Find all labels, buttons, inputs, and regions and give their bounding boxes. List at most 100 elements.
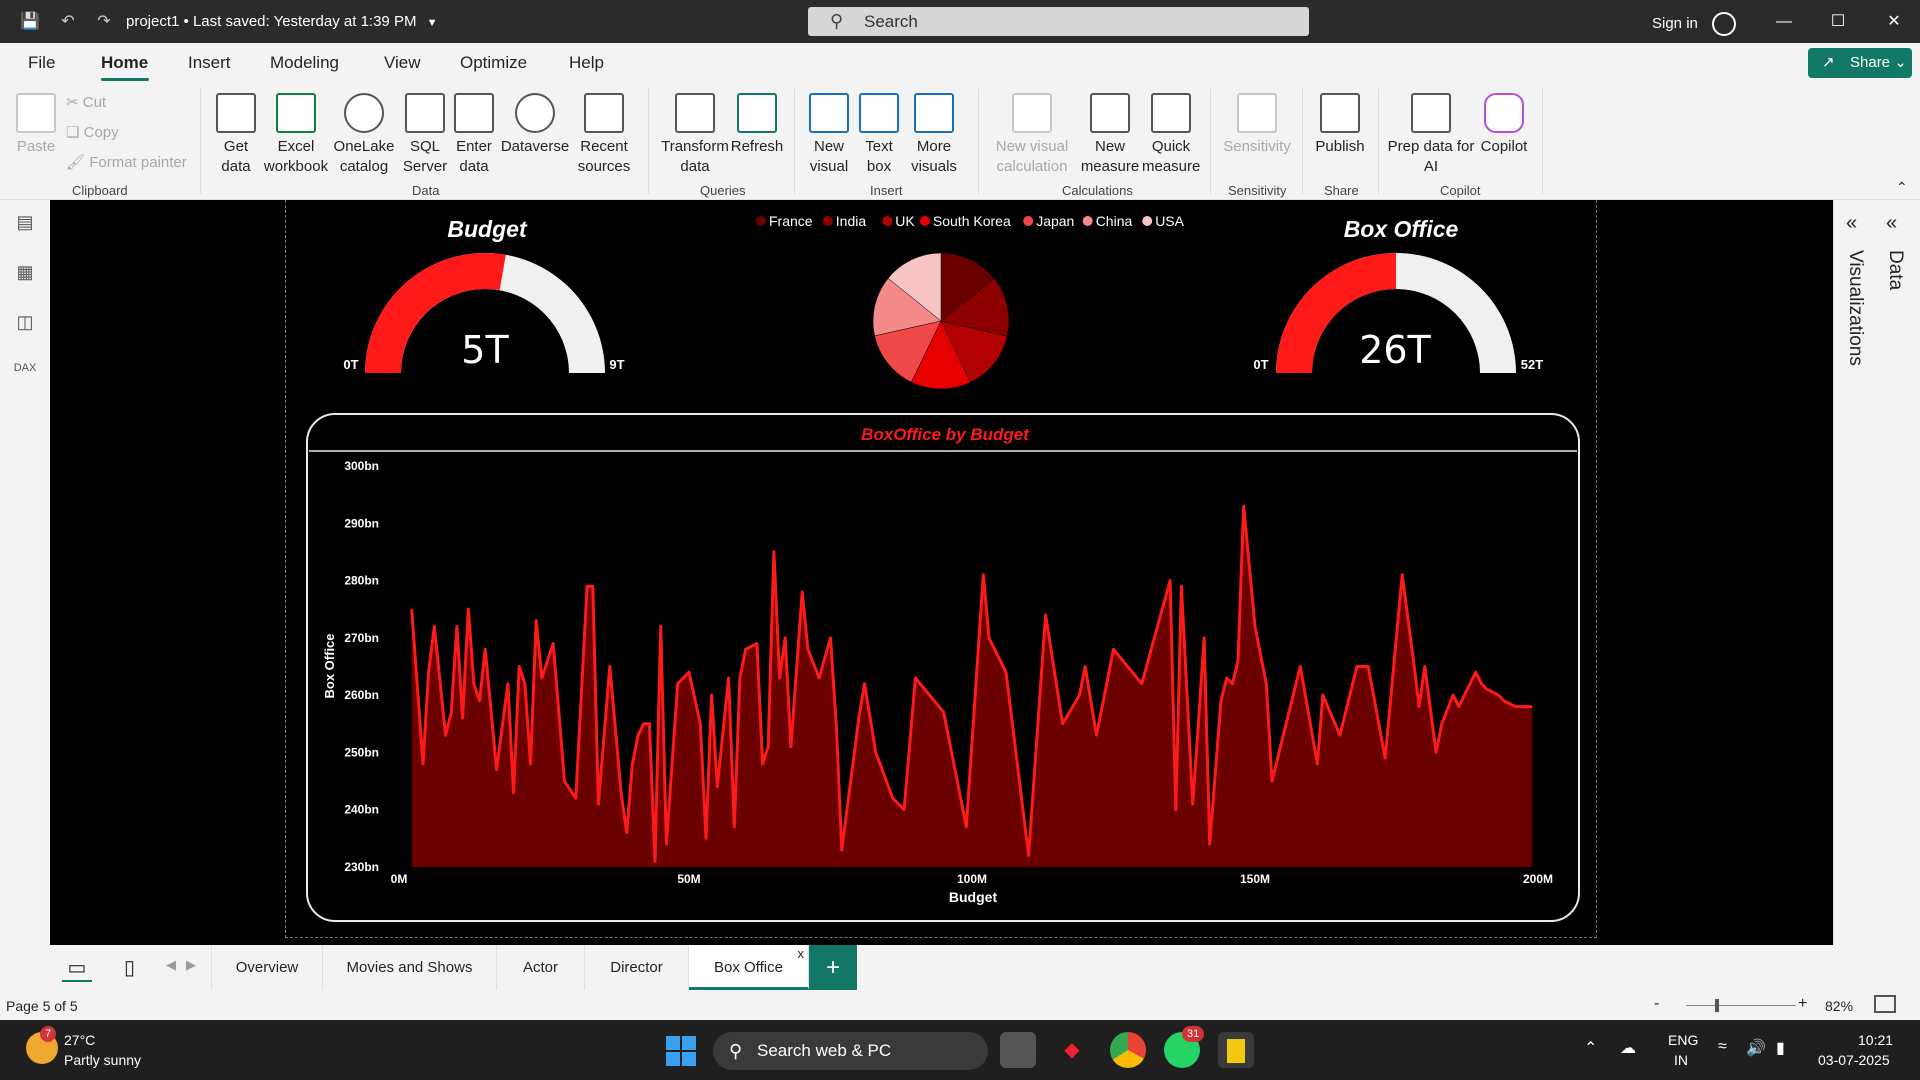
power-bi-icon[interactable] bbox=[1218, 1032, 1254, 1068]
tab-actor[interactable]: Actor bbox=[497, 945, 585, 990]
tab-movies-and-shows[interactable]: Movies and Shows bbox=[323, 945, 497, 990]
legend-label-6[interactable]: USA bbox=[1155, 213, 1184, 229]
user-icon bbox=[1712, 12, 1737, 36]
scissors-icon: ✂ bbox=[66, 94, 83, 111]
new-visual-button[interactable]: New visual bbox=[804, 93, 854, 177]
next-page-icon[interactable]: ▶ bbox=[186, 957, 196, 973]
excel-workbook-button[interactable]: Excel workbook bbox=[262, 93, 330, 177]
copilot-button[interactable]: Copilot bbox=[1474, 93, 1534, 157]
close-tab-icon[interactable]: x bbox=[798, 931, 805, 976]
share-button[interactable]: ↗ Share ⌄ bbox=[1808, 48, 1912, 78]
sensitivity-button[interactable]: Sensitivity bbox=[1218, 93, 1296, 157]
sql-server-button[interactable]: SQL Server bbox=[400, 93, 450, 177]
zoom-slider-thumb[interactable] bbox=[1715, 999, 1719, 1012]
menu-insert[interactable]: Insert bbox=[188, 53, 231, 73]
model-view-icon[interactable]: ◫ bbox=[12, 312, 38, 338]
onedrive-icon[interactable]: ☁ bbox=[1620, 1038, 1636, 1058]
show-hidden-icons[interactable]: ⌃ bbox=[1584, 1038, 1597, 1058]
tab-director[interactable]: Director bbox=[585, 945, 689, 990]
volume-icon[interactable]: 🔊 bbox=[1746, 1038, 1766, 1058]
document-title[interactable]: project1 • Last saved: Yesterday at 1:39… bbox=[126, 13, 438, 30]
quick-calculator-icon bbox=[1151, 93, 1191, 133]
maximize-button[interactable]: ☐ bbox=[1820, 8, 1856, 36]
taskbar-search[interactable]: ⚲ Search web & PC bbox=[713, 1032, 988, 1070]
onelake-catalog-button[interactable]: OneLake catalog bbox=[332, 93, 396, 177]
format-painter-button[interactable]: 🖌 Format painter bbox=[66, 153, 187, 171]
clock-time[interactable]: 10:21 bbox=[1858, 1032, 1893, 1048]
tab-box-office[interactable]: Box Office x bbox=[689, 945, 809, 990]
undo-icon[interactable]: ↶ bbox=[56, 10, 80, 34]
sign-in-button[interactable]: Sign in bbox=[1652, 12, 1737, 36]
desktop-layout-icon[interactable]: ▭ bbox=[62, 955, 92, 982]
copy-button[interactable]: ❏ Copy bbox=[66, 123, 119, 141]
legend-label-3[interactable]: South Korea bbox=[933, 213, 1011, 229]
close-button[interactable]: ✕ bbox=[1876, 8, 1912, 36]
dax-query-view-icon[interactable]: DAX bbox=[12, 362, 38, 388]
menu-home[interactable]: Home bbox=[101, 53, 148, 73]
legend-label-2[interactable]: UK bbox=[895, 213, 915, 229]
country-pie-chart[interactable] bbox=[872, 252, 1010, 390]
add-page-button[interactable]: + bbox=[809, 945, 857, 990]
mobile-layout-icon[interactable]: ▯ bbox=[124, 955, 135, 980]
search-input[interactable]: ⚲ Search bbox=[808, 7, 1309, 36]
redo-icon[interactable]: ↷ bbox=[92, 10, 116, 34]
document-name: project1 bbox=[126, 13, 180, 30]
legend-label-0[interactable]: France bbox=[769, 213, 813, 229]
wifi-icon[interactable]: ≈ bbox=[1718, 1038, 1727, 1056]
expand-visualizations-icon[interactable]: « bbox=[1846, 212, 1857, 235]
new-visual-calculation-button[interactable]: New visual calculation bbox=[988, 93, 1076, 177]
fit-to-page-icon[interactable] bbox=[1874, 995, 1896, 1013]
budget-gauge[interactable]: Budget 5T 0T 9T bbox=[343, 216, 625, 373]
expand-data-icon[interactable]: « bbox=[1886, 212, 1897, 235]
transform-data-button[interactable]: Transform data bbox=[658, 93, 732, 177]
minimize-button[interactable]: — bbox=[1766, 8, 1802, 36]
quick-measure-button[interactable]: Quick measure bbox=[1142, 93, 1200, 177]
cut-button[interactable]: ✂ Cut bbox=[66, 93, 106, 111]
x-tick-label-1: 50M bbox=[677, 872, 700, 886]
publish-button[interactable]: Publish bbox=[1310, 93, 1370, 157]
tab-box-office-label: Box Office bbox=[714, 959, 783, 976]
battery-icon[interactable]: ▮ bbox=[1776, 1038, 1785, 1058]
paste-button[interactable]: Paste bbox=[14, 93, 58, 157]
zoom-slider-track[interactable] bbox=[1686, 1005, 1796, 1006]
windows-start-icon[interactable] bbox=[666, 1036, 696, 1066]
prev-page-icon[interactable]: ◀ bbox=[166, 957, 176, 973]
table-view-icon[interactable]: ▦ bbox=[12, 262, 38, 288]
boxoffice-gauge[interactable]: Box Office 26T 0T 52T bbox=[1253, 216, 1543, 373]
save-icon[interactable]: 💾 bbox=[18, 10, 42, 34]
visualizations-pane-tab[interactable]: Visualizations bbox=[1844, 250, 1866, 366]
legend-label-4[interactable]: Japan bbox=[1036, 213, 1074, 229]
task-view-icon[interactable] bbox=[1000, 1032, 1036, 1068]
zoom-in-button[interactable]: + bbox=[1798, 995, 1807, 1013]
legend-label-5[interactable]: China bbox=[1096, 213, 1133, 229]
menu-view[interactable]: View bbox=[384, 53, 421, 73]
app-icon-red[interactable]: ◆ bbox=[1054, 1032, 1090, 1068]
refresh-button[interactable]: Refresh bbox=[730, 93, 784, 157]
menu-file[interactable]: File bbox=[28, 53, 55, 73]
legend-label-1[interactable]: India bbox=[836, 213, 867, 229]
paste-label: Paste bbox=[16, 138, 56, 155]
menu-help[interactable]: Help bbox=[569, 53, 604, 73]
data-pane-tab[interactable]: Data bbox=[1884, 250, 1906, 290]
language-indicator[interactable]: ENG bbox=[1668, 1032, 1698, 1048]
report-view-icon[interactable]: ▤ bbox=[12, 212, 38, 238]
dataverse-button[interactable]: Dataverse bbox=[500, 93, 570, 157]
side-panes: « « Visualizations Data bbox=[1833, 200, 1920, 945]
tab-overview[interactable]: Overview bbox=[211, 945, 323, 990]
more-visuals-button[interactable]: More visuals bbox=[902, 93, 966, 177]
menu-optimize[interactable]: Optimize bbox=[460, 53, 527, 73]
get-data-button[interactable]: Get data bbox=[208, 93, 264, 177]
y-tick-label-0: 230bn bbox=[344, 860, 379, 874]
zoom-out-button[interactable]: - bbox=[1654, 995, 1659, 1013]
menu-modeling[interactable]: Modeling bbox=[270, 53, 339, 73]
new-measure-button[interactable]: New measure bbox=[1080, 93, 1140, 177]
enter-data-button[interactable]: Enter data bbox=[452, 93, 496, 177]
text-box-button[interactable]: Text box bbox=[856, 93, 902, 177]
recent-sources-button[interactable]: Recent sources bbox=[570, 93, 638, 177]
budget-gauge-title: Budget bbox=[447, 216, 528, 242]
prep-data-for-ai-button[interactable]: Prep data for AI bbox=[1386, 93, 1476, 177]
pie-legend: France India UK South Korea Japan China USA bbox=[756, 213, 1185, 229]
chrome-icon[interactable] bbox=[1110, 1032, 1146, 1068]
chevron-down-icon[interactable]: ▼ bbox=[427, 17, 438, 29]
collapse-ribbon-icon[interactable]: ⌃ bbox=[1896, 179, 1908, 196]
